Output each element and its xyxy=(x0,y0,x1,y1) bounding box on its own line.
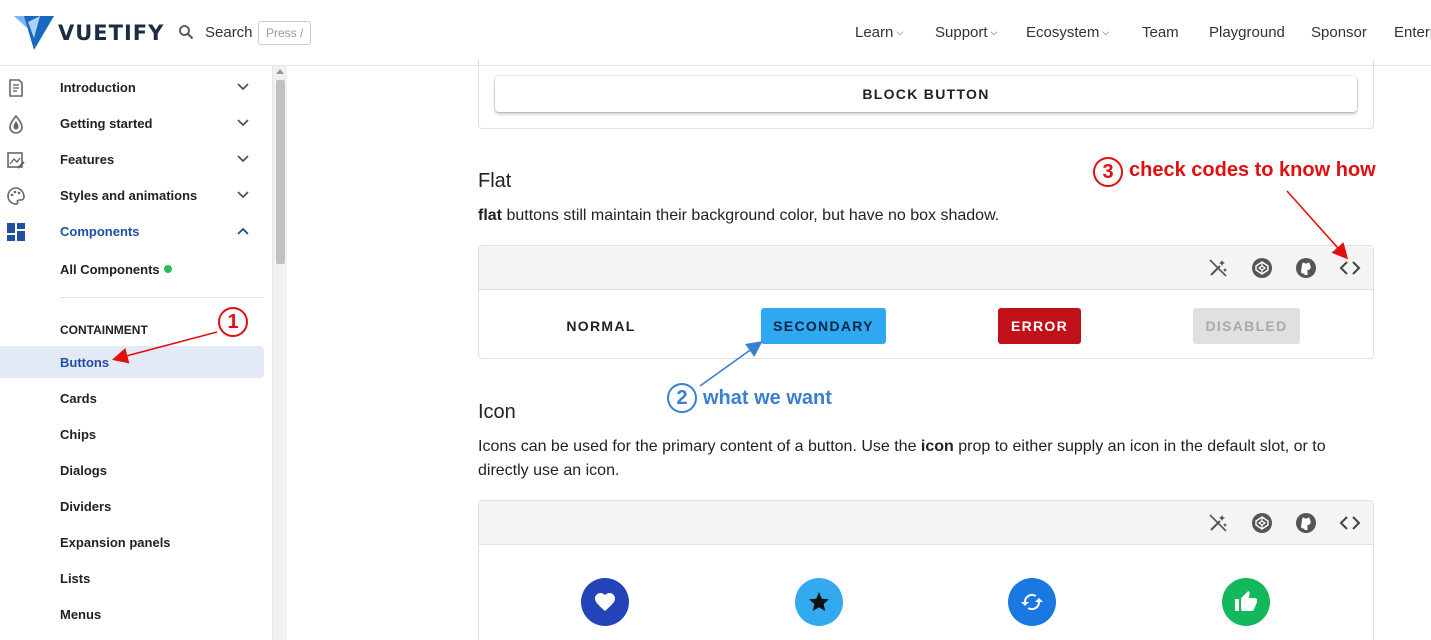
status-dot xyxy=(163,265,172,273)
sidebar-section-heading: CONTAINMENT xyxy=(60,323,148,337)
thumb-up-icon xyxy=(1235,591,1257,611)
icon-example-card xyxy=(478,500,1374,640)
example-toolbar xyxy=(479,246,1373,290)
heart-icon xyxy=(595,593,615,611)
sidebar-group-components[interactable]: Components xyxy=(0,214,264,250)
chevron-down-icon: ⌵ xyxy=(896,27,904,37)
sidebar-item-lists[interactable]: Lists xyxy=(60,571,90,586)
flat-example-card: NORMAL SECONDARY ERROR DISABLED xyxy=(478,245,1374,359)
sidebar-item-menus[interactable]: Menus xyxy=(60,607,101,622)
sidebar-group-introduction[interactable]: Introduction xyxy=(0,70,264,106)
scroll-up-arrow-icon[interactable] xyxy=(276,69,284,74)
codepen-icon[interactable] xyxy=(1251,257,1273,279)
annotation-label-3: check codes to know how xyxy=(1129,159,1376,181)
top-app-bar: VUETIFY Search Press / Learn ⌵ Support ⌵ E… xyxy=(0,0,1431,66)
search-shortcut-hint: Press / xyxy=(258,21,312,45)
annotation-marker-2: 2 xyxy=(667,383,697,413)
icon-description: Icons can be used for the primary conten… xyxy=(478,438,1326,479)
sidebar-divider xyxy=(60,297,264,298)
codepen-icon[interactable] xyxy=(1251,512,1273,534)
flat-disabled-button: DISABLED xyxy=(1193,308,1300,344)
block-button[interactable]: BLOCK BUTTON xyxy=(495,76,1357,112)
chevron-down-icon xyxy=(237,83,249,91)
github-icon[interactable] xyxy=(1295,512,1317,534)
github-icon[interactable] xyxy=(1295,257,1317,279)
magic-wand-off-icon[interactable] xyxy=(1207,512,1229,534)
nav-sponsor[interactable]: Sponsor xyxy=(1311,24,1367,41)
sidebar-item-all-components[interactable]: All Components xyxy=(60,262,172,277)
image-edit-icon xyxy=(7,152,25,169)
sidebar-item-buttons[interactable]: Buttons xyxy=(60,355,109,370)
sidebar-group-styles[interactable]: Styles and animations xyxy=(0,178,264,214)
chevron-up-icon xyxy=(237,227,249,235)
example-toolbar xyxy=(479,501,1373,545)
icon-heart-button[interactable] xyxy=(581,578,629,626)
nav-team[interactable]: Team xyxy=(1142,24,1179,41)
document-icon xyxy=(9,79,23,97)
palette-icon xyxy=(7,187,25,205)
brand-name[interactable]: VUETIFY xyxy=(58,21,164,45)
annotation-marker-3: 3 xyxy=(1093,157,1123,187)
sidebar-navigation: Introduction Getting started Features St… xyxy=(0,66,272,640)
flat-secondary-button[interactable]: SECONDARY xyxy=(761,308,886,344)
flat-normal-button[interactable]: NORMAL xyxy=(551,308,651,344)
sidebar-scrollbar[interactable] xyxy=(272,66,287,640)
chevron-down-icon xyxy=(237,155,249,163)
vuetify-logo-icon[interactable] xyxy=(14,14,54,50)
star-icon xyxy=(809,592,829,611)
code-icon[interactable] xyxy=(1339,512,1361,534)
annotation-marker-1: 1 xyxy=(218,307,248,337)
sidebar-item-chips[interactable]: Chips xyxy=(60,427,96,442)
icon-cached-button[interactable] xyxy=(1008,578,1056,626)
cached-icon xyxy=(1021,593,1043,611)
flat-description: flat buttons still maintain their backgr… xyxy=(478,207,1000,224)
sidebar-item-expansion-panels[interactable]: Expansion panels xyxy=(60,535,171,550)
nav-enterprise[interactable]: Enterp xyxy=(1394,24,1431,41)
icon-star-button[interactable] xyxy=(795,578,843,626)
flat-error-button[interactable]: ERROR xyxy=(998,308,1081,344)
nav-ecosystem[interactable]: Ecosystem ⌵ xyxy=(1026,24,1109,41)
nav-playground[interactable]: Playground xyxy=(1209,24,1285,41)
sidebar-item-dialogs[interactable]: Dialogs xyxy=(60,463,107,478)
icon-thumb-up-button[interactable] xyxy=(1222,578,1270,626)
code-icon[interactable] xyxy=(1339,257,1361,279)
icon-section-title: Icon xyxy=(478,401,516,423)
sidebar-item-cards[interactable]: Cards xyxy=(60,391,97,406)
sidebar-selected-highlight xyxy=(0,346,264,378)
nav-support[interactable]: Support ⌵ xyxy=(935,24,997,41)
chevron-down-icon xyxy=(237,191,249,199)
search-label[interactable]: Search xyxy=(205,24,253,41)
sidebar-item-dividers[interactable]: Dividers xyxy=(60,499,111,514)
sidebar-group-getting-started[interactable]: Getting started xyxy=(0,106,264,142)
chevron-down-icon xyxy=(237,119,249,127)
chevron-down-icon: ⌵ xyxy=(1102,27,1110,37)
sidebar-group-features[interactable]: Features xyxy=(0,142,264,178)
dashboard-icon xyxy=(7,223,25,241)
nav-learn[interactable]: Learn ⌵ xyxy=(855,24,903,41)
scrollbar-thumb[interactable] xyxy=(276,80,285,264)
annotation-label-2: what we want xyxy=(703,387,832,409)
search-icon[interactable] xyxy=(178,24,194,40)
magic-wand-off-icon[interactable] xyxy=(1207,257,1229,279)
chevron-down-icon: ⌵ xyxy=(990,27,998,37)
flat-section-title: Flat xyxy=(478,170,512,192)
droplet-icon xyxy=(9,114,23,134)
